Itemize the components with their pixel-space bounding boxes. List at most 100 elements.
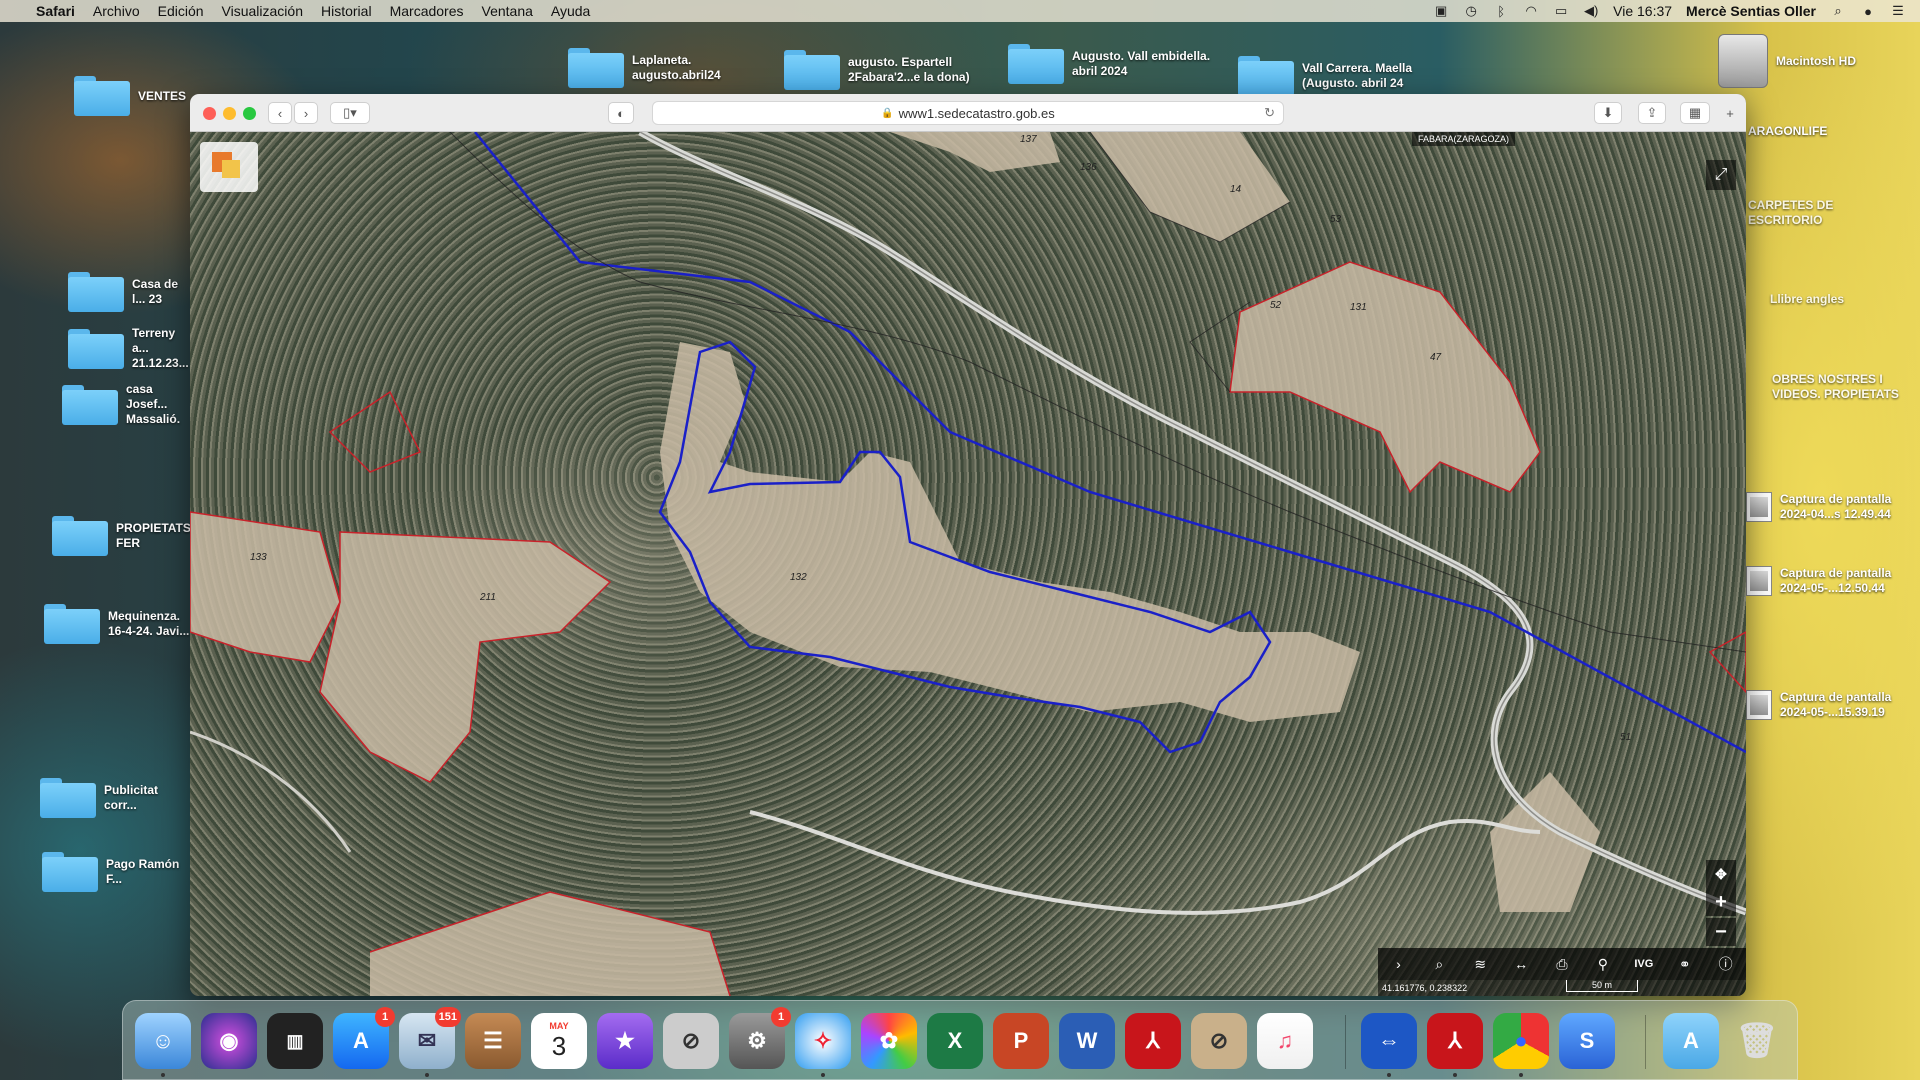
dock-mail[interactable]: ✉ 151 [399, 1007, 461, 1077]
desktop-screenshot-2[interactable]: Captura de pantalla 2024-05-...12.50.44 [1746, 566, 1910, 596]
menu-ventana[interactable]: Ventana [482, 3, 533, 19]
menu-visualizacion[interactable]: Visualización [222, 3, 303, 19]
folder-icon [568, 48, 624, 88]
desktop-icon-label: Casa de l... 23 [132, 277, 179, 306]
dock-teamviewer[interactable]: ⇔ [1361, 1013, 1417, 1077]
dock-photos[interactable]: ✿ [861, 1013, 917, 1069]
desktop-aragonlife[interactable]: ARAGONLIFE [1748, 124, 1827, 139]
dock-word[interactable]: W [1059, 1013, 1115, 1069]
toolbar-ivg-button[interactable]: IVG [1623, 948, 1664, 980]
reload-icon[interactable]: ↻ [1264, 105, 1275, 121]
privacy-report-button[interactable]: ◐ [608, 102, 634, 124]
siri-icon[interactable]: ● [1860, 4, 1876, 19]
desktop-folder-casa[interactable]: Casa de l... 23 [68, 272, 192, 312]
battery-icon[interactable]: ▭ [1553, 3, 1569, 18]
sidebar-button[interactable]: ▯▾ [330, 102, 370, 124]
menu-app[interactable]: Safari [36, 3, 75, 19]
time-machine-icon[interactable]: ◷ [1463, 3, 1479, 18]
toolbar-search-button[interactable]: ⌕ [1419, 948, 1460, 980]
download-icon: ⬇ [1602, 105, 1614, 120]
wifi-icon[interactable]: ◠ [1523, 3, 1539, 18]
dock-finder[interactable]: ☺ [135, 1013, 191, 1077]
bluetooth-icon[interactable]: ᛒ [1493, 4, 1509, 19]
minimize-window-button[interactable] [223, 107, 236, 120]
toolbar-print-button[interactable]: ⎙ [1542, 948, 1583, 980]
desktop-folder-publicitat[interactable]: Publicitat corr... [40, 778, 192, 818]
map-layer-thumbnail[interactable] [200, 142, 258, 192]
cadastre-map[interactable]: 132 133 211 136 137 53 131 47 14 52 51 F… [190, 132, 1746, 996]
spotlight-icon[interactable]: ⌕ [1830, 3, 1846, 18]
dock-contacts[interactable]: ☰ [465, 1013, 521, 1069]
dock-safari[interactable]: ✧ [795, 1013, 851, 1077]
parcel-132-field [660, 342, 1360, 722]
dock-chrome[interactable]: ● [1493, 1013, 1549, 1077]
dock-applications-folder[interactable]: A [1663, 1013, 1719, 1069]
toolbar-measure-button[interactable]: ↔ [1501, 948, 1542, 980]
menu-marcadores[interactable]: Marcadores [390, 3, 464, 19]
dock-system-preferences[interactable]: ⚙ 1 [729, 1007, 791, 1069]
dock-disabled-app[interactable]: ⊘ [663, 1013, 719, 1069]
desktop-folder-laplaneta[interactable]: Laplaneta. augusto.abril24 [568, 48, 742, 88]
dock-trash[interactable]: 🗑 [1729, 1013, 1785, 1069]
downloads-button[interactable]: ⬇ [1594, 102, 1622, 124]
cultivated-fields [190, 132, 1600, 996]
menu-archivo[interactable]: Archivo [93, 3, 140, 19]
toolbar-expand-button[interactable]: › [1378, 948, 1419, 980]
control-center-icon[interactable]: ☰ [1890, 3, 1906, 18]
new-tab-button[interactable]: + [1720, 102, 1740, 124]
fullscreen-button[interactable]: ⤢ [1706, 160, 1736, 190]
desktop-folder-vall-embidella[interactable]: Augusto. Vall embidella. abril 2024 [1008, 44, 1212, 84]
dock-acrobat-reader[interactable]: ⅄ [1427, 1013, 1483, 1077]
app-store-badge: 1 [375, 1007, 395, 1027]
zoom-in-button[interactable]: + [1706, 888, 1736, 916]
desktop-carpetes[interactable]: CARPETES DE ESCRITORIO [1748, 198, 1848, 228]
display-icon[interactable]: ▣ [1433, 3, 1449, 18]
menu-historial[interactable]: Historial [321, 3, 372, 19]
dock-powerpoint[interactable]: P [993, 1013, 1049, 1069]
desktop-folder-ventes[interactable]: VENTES [74, 76, 186, 116]
zoom-window-button[interactable] [243, 107, 256, 120]
dock-music[interactable]: ♫ [1257, 1013, 1313, 1069]
contacts-icon: ☰ [483, 1028, 503, 1053]
desktop-llibre-angles[interactable]: Llibre angles [1770, 292, 1844, 307]
toolbar-layers-button[interactable]: ≋ [1460, 948, 1501, 980]
dock-excel[interactable]: X [927, 1013, 983, 1069]
address-bar[interactable]: 🔒 www1.sedecatastro.gob.es ↻ [652, 101, 1284, 125]
menubar-clock[interactable]: Vie 16:37 [1613, 3, 1672, 19]
dock-calendar[interactable]: MAY 3 [531, 1013, 587, 1069]
menu-ayuda[interactable]: Ayuda [551, 3, 590, 19]
desktop-folder-mequinenza[interactable]: Mequinenza. 16-4-24. Javi... [44, 604, 192, 644]
parcel-label-51: 51 [1620, 732, 1632, 743]
toolbar-pin-button[interactable]: ⚲ [1582, 948, 1623, 980]
share-button[interactable]: ⇪ [1638, 102, 1666, 124]
desktop-screenshot-1[interactable]: Captura de pantalla 2024-04...s 12.49.44 [1746, 492, 1910, 522]
menubar-user[interactable]: Mercè Sentias Oller [1686, 3, 1816, 19]
menu-edicion[interactable]: Edición [158, 3, 204, 19]
volume-icon[interactable]: ◀) [1583, 3, 1599, 18]
dock-disabled-app-2[interactable]: ⊘ [1191, 1013, 1247, 1069]
dock-imovie[interactable]: ★ [597, 1013, 653, 1069]
locate-button[interactable]: ✥ [1706, 860, 1736, 888]
dock-app-store[interactable]: A1 [333, 1007, 395, 1069]
tab-overview-button[interactable]: ▦ [1680, 102, 1710, 124]
desktop-screenshot-3[interactable]: Captura de pantalla 2024-05-...15.39.19 [1746, 690, 1910, 720]
desktop-folder-pago-ramon[interactable]: Pago Ramón F... [42, 852, 194, 892]
desktop-obres-nostres[interactable]: OBRES NOSTRES I VIDEOS. PROPIETATS [1772, 372, 1912, 402]
desktop-folder-propietats[interactable]: PROPIETATS FER [52, 516, 192, 556]
desktop-folder-terreny[interactable]: Terreny a... 21.12.23... [68, 326, 192, 371]
desktop-folder-vall-carrera[interactable]: Vall Carrera. Maella (Augusto. abril 24 [1238, 56, 1432, 96]
desktop-folder-casa-josef[interactable]: casa Josef... Massalió. [62, 382, 192, 427]
plus-icon: + [1715, 890, 1727, 913]
desktop-macintosh-hd[interactable]: Macintosh HD [1718, 34, 1856, 88]
toolbar-info-button[interactable]: ⓘ [1705, 948, 1746, 980]
dock-acrobat[interactable]: ⅄ [1125, 1013, 1181, 1069]
zoom-out-button[interactable]: − [1706, 918, 1736, 946]
forward-button[interactable]: › [294, 102, 318, 124]
dock-siri[interactable]: ◉ [201, 1013, 257, 1069]
desktop-folder-espartell[interactable]: augusto. Espartell 2Fabara'2...e la dona… [784, 50, 988, 90]
dock-mission-control[interactable]: ▥ [267, 1013, 323, 1069]
back-button[interactable]: ‹ [268, 102, 292, 124]
close-window-button[interactable] [203, 107, 216, 120]
toolbar-share-button[interactable]: ⚭ [1664, 948, 1705, 980]
dock-skype[interactable]: S [1559, 1013, 1615, 1069]
